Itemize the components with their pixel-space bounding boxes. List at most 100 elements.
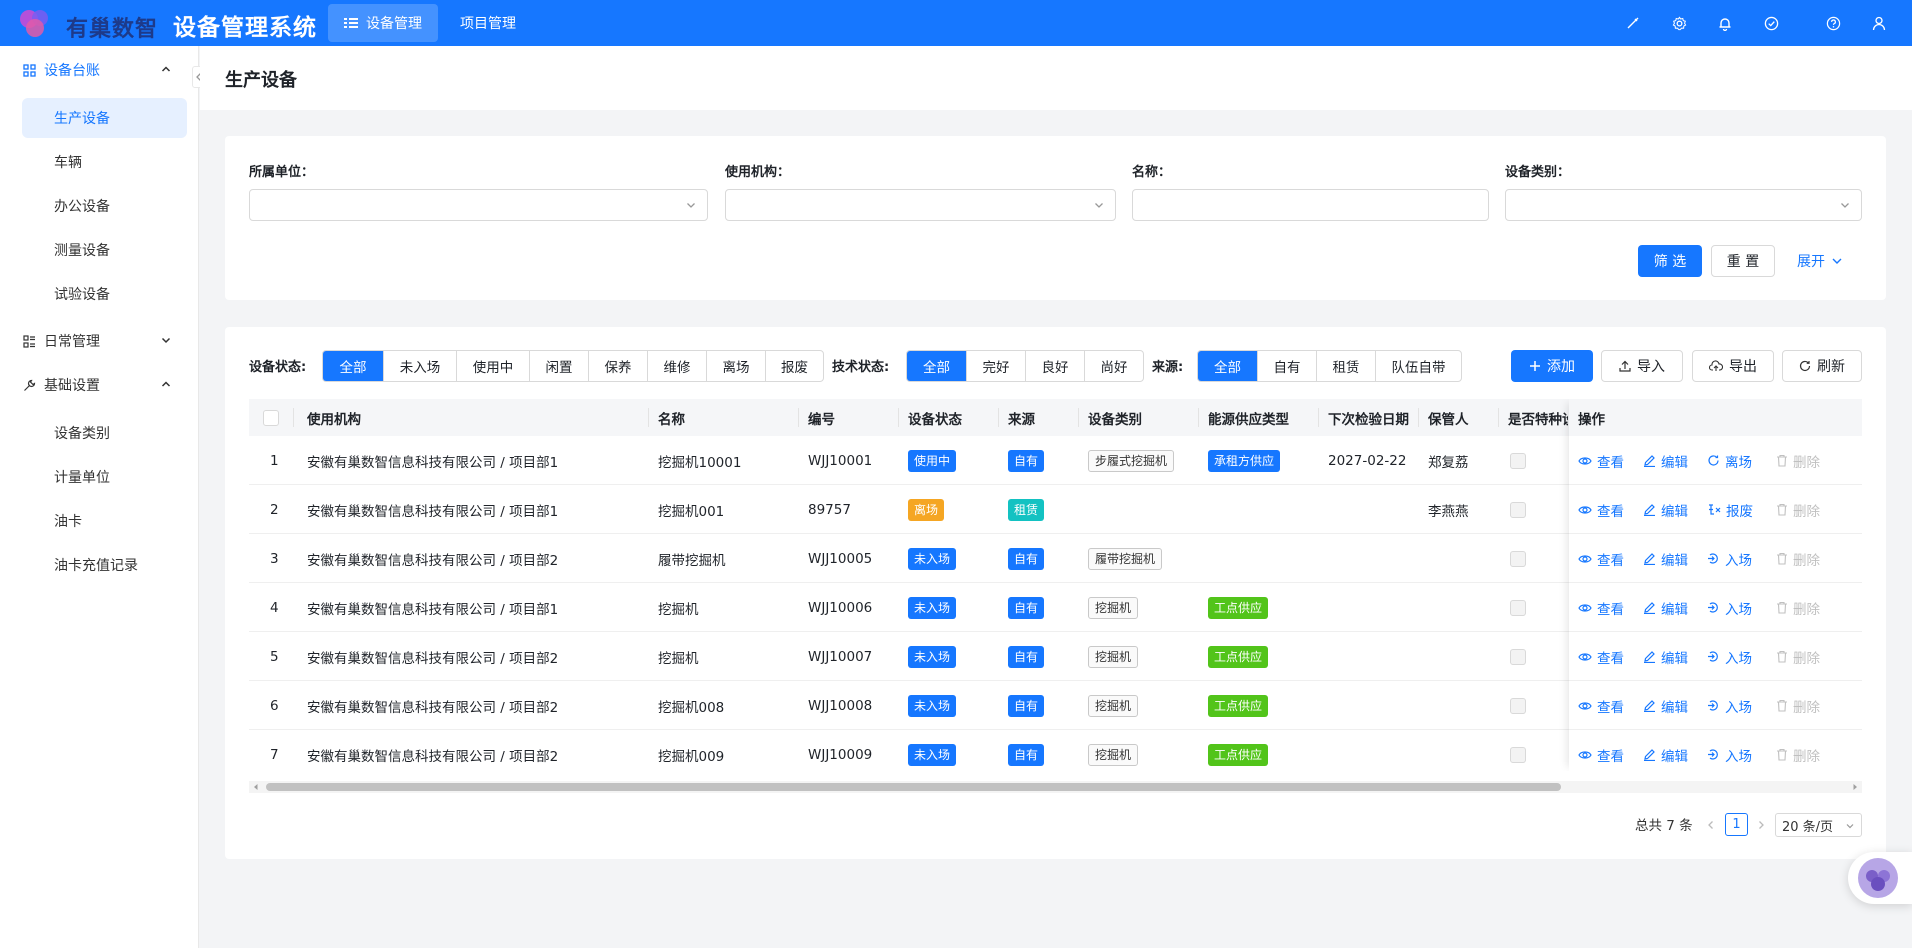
sidebar-group-basic-settings[interactable]: 基础设置 <box>22 365 182 405</box>
delete-link-label: 删除 <box>1793 748 1820 765</box>
status-option-all[interactable]: 全部 <box>323 351 383 381</box>
org-select[interactable] <box>725 189 1116 221</box>
add-button[interactable]: 添加 <box>1511 350 1593 382</box>
view-link[interactable]: 查看 <box>1578 730 1624 771</box>
horizontal-scrollbar[interactable] <box>249 781 1862 793</box>
tech-option-fair[interactable]: 尚好 <box>1084 351 1143 381</box>
refresh-button[interactable]: 刷新 <box>1782 350 1862 382</box>
sidebar-item-oil-card-recharge[interactable]: 油卡充值记录 <box>22 545 187 585</box>
row-category: 步履式挖掘机 <box>1088 436 1175 485</box>
operations-row: 查看 编辑 入场 删除 <box>1569 730 1862 771</box>
exit-link[interactable]: 离场 <box>1707 436 1752 485</box>
sidebar-item-measurement-unit[interactable]: 计量单位 <box>22 457 187 497</box>
bell-icon[interactable] <box>1702 0 1748 46</box>
delete-link[interactable]: 删除 <box>1776 534 1820 583</box>
topnav-equipment[interactable]: 设备管理 <box>328 4 438 42</box>
unit-select[interactable] <box>249 189 708 221</box>
view-link[interactable]: 查看 <box>1578 436 1624 485</box>
delete-link[interactable]: 删除 <box>1776 681 1820 730</box>
sidebar-item-measuring-equipment[interactable]: 测量设备 <box>22 230 187 270</box>
check-circle-icon[interactable] <box>1748 0 1794 46</box>
view-link[interactable]: 查看 <box>1578 681 1624 730</box>
sidebar-item-production-equipment[interactable]: 生产设备 <box>22 98 187 138</box>
source-option-own[interactable]: 自有 <box>1257 351 1316 381</box>
status-option-maintenance[interactable]: 保养 <box>588 351 647 381</box>
settings-icon[interactable] <box>1656 0 1702 46</box>
top-bar: 有巢数智 设备管理系统 设备管理 项目管理 <box>0 0 1912 46</box>
status-option-idle[interactable]: 闲置 <box>529 351 588 381</box>
edit-link[interactable]: 编辑 <box>1643 730 1688 771</box>
row-index: 7 <box>270 746 279 763</box>
filter-button[interactable]: 筛 选 <box>1638 245 1702 277</box>
edit-link[interactable]: 编辑 <box>1643 534 1688 583</box>
prev-page-icon[interactable] <box>1707 820 1715 830</box>
operations-row: 查看 编辑 入场 删除 <box>1569 583 1862 632</box>
category-tag: 挖掘机 <box>1088 645 1139 668</box>
source-option-all[interactable]: 全部 <box>1198 351 1257 381</box>
delete-link[interactable]: 删除 <box>1776 436 1820 485</box>
topnav-project[interactable]: 项目管理 <box>444 4 532 42</box>
expand-link[interactable]: 展开 <box>1797 251 1843 271</box>
import-button[interactable]: 导入 <box>1601 350 1683 382</box>
status-option-in-use[interactable]: 使用中 <box>456 351 529 381</box>
tech-option-intact[interactable]: 完好 <box>966 351 1025 381</box>
col-next-check: 下次检验日期 <box>1328 411 1409 428</box>
next-page-icon[interactable] <box>1757 820 1765 830</box>
select-all-checkbox[interactable] <box>263 399 279 436</box>
source-option-lease[interactable]: 租赁 <box>1316 351 1375 381</box>
scroll-left-icon[interactable] <box>252 783 260 791</box>
edit-link[interactable]: 编辑 <box>1643 632 1688 681</box>
view-link[interactable]: 查看 <box>1578 485 1624 534</box>
brand-logo[interactable]: 有巢数智 <box>14 4 164 42</box>
scroll-right-icon[interactable] <box>1851 783 1859 791</box>
user-icon[interactable] <box>1856 0 1902 46</box>
sidebar-group-daily[interactable]: 日常管理 <box>22 321 182 361</box>
enter-link[interactable]: 入场 <box>1707 534 1752 583</box>
status-option-repair[interactable]: 维修 <box>647 351 706 381</box>
category-select[interactable] <box>1505 189 1862 221</box>
page-size-select[interactable]: 20 条/页 <box>1775 813 1862 837</box>
status-option-exited[interactable]: 离场 <box>706 351 765 381</box>
help-icon[interactable] <box>1810 0 1856 46</box>
sidebar-item-office-equipment[interactable]: 办公设备 <box>22 186 187 226</box>
delete-link[interactable]: 删除 <box>1776 730 1820 771</box>
export-button[interactable]: 导出 <box>1692 350 1774 382</box>
tech-option-all[interactable]: 全部 <box>907 351 966 381</box>
sidebar-item-oil-card[interactable]: 油卡 <box>22 501 187 541</box>
delete-link[interactable]: 删除 <box>1776 583 1820 632</box>
operations-column: 操作 查看 编辑 离场 删除 查看 编辑 报废 删除 查看 编辑 入场 删除 查看 编辑 入场 删除 查看 编辑入… <box>1569 399 1862 771</box>
enter-link-label: 入场 <box>1725 601 1752 618</box>
sidebar-item-vehicles[interactable]: 车辆 <box>22 142 187 182</box>
reset-button[interactable]: 重 置 <box>1711 245 1775 277</box>
enter-link[interactable]: 入场 <box>1707 730 1752 771</box>
enter-link[interactable]: 入场 <box>1707 681 1752 730</box>
enter-link[interactable]: 入场 <box>1707 632 1752 681</box>
sidebar-group-ledger[interactable]: 设备台账 <box>22 50 182 90</box>
brush-icon[interactable] <box>1610 0 1656 46</box>
scrollbar-thumb[interactable] <box>266 783 1561 791</box>
tech-option-good[interactable]: 良好 <box>1025 351 1084 381</box>
view-link[interactable]: 查看 <box>1578 534 1624 583</box>
name-input[interactable] <box>1132 189 1489 221</box>
view-link[interactable]: 查看 <box>1578 583 1624 632</box>
status-option-scrapped[interactable]: 报废 <box>765 351 823 381</box>
edit-link[interactable]: 编辑 <box>1643 436 1688 485</box>
enter-link[interactable]: 入场 <box>1707 583 1752 632</box>
enter-icon <box>1707 601 1720 614</box>
sidebar-item-equipment-category[interactable]: 设备类别 <box>22 413 187 453</box>
exit-icon <box>1707 454 1720 467</box>
enter-icon <box>1707 699 1720 712</box>
edit-link[interactable]: 编辑 <box>1643 485 1688 534</box>
delete-link[interactable]: 删除 <box>1776 632 1820 681</box>
delete-link[interactable]: 删除 <box>1776 485 1820 534</box>
status-option-not-entered[interactable]: 未入场 <box>383 351 456 381</box>
source-option-team[interactable]: 队伍自带 <box>1375 351 1461 381</box>
view-link[interactable]: 查看 <box>1578 632 1624 681</box>
edit-link[interactable]: 编辑 <box>1643 681 1688 730</box>
scrap-link[interactable]: 报废 <box>1707 485 1753 534</box>
page-number-current[interactable]: 1 <box>1725 813 1748 836</box>
row-special-checkbox <box>1510 681 1526 730</box>
sidebar-item-testing-equipment[interactable]: 试验设备 <box>22 274 187 314</box>
edit-link[interactable]: 编辑 <box>1643 583 1688 632</box>
assistant-float-button[interactable] <box>1848 852 1912 904</box>
